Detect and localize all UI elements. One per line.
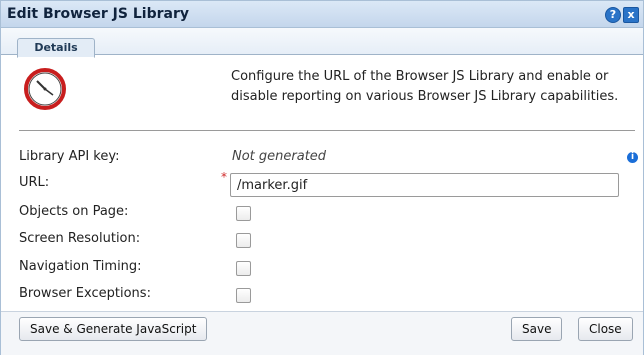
save-generate-javascript-button[interactable]: Save & Generate JavaScript [19,317,208,341]
browser-exceptions-checkbox[interactable] [236,288,251,303]
objects-on-page-checkbox[interactable] [236,206,251,221]
navigation-timing-checkbox[interactable] [236,261,251,276]
edit-browser-js-library-dialog: Edit Browser JS Library ? x Details Conf… [0,0,644,355]
url-input[interactable] [230,173,619,197]
help-icon[interactable]: ? [605,7,621,23]
required-marker: * [221,170,227,184]
objects-on-page-label: Objects on Page: [19,204,129,219]
tab-details[interactable]: Details [17,38,95,58]
dialog-title: Edit Browser JS Library [7,6,189,22]
tab-strip: Details [1,28,643,58]
browser-exceptions-label: Browser Exceptions: [19,286,151,301]
close-button[interactable]: Close [578,317,633,341]
screen-resolution-label: Screen Resolution: [19,231,141,246]
clock-icon [24,68,66,110]
api-key-value: Not generated [232,149,327,164]
screen-resolution-checkbox[interactable] [236,233,251,248]
dialog-titlebar: Edit Browser JS Library ? x [1,1,643,28]
close-icon[interactable]: x [623,7,639,23]
description-text: Configure the URL of the Browser JS Libr… [231,69,619,104]
url-label: URL: [19,175,50,190]
save-button[interactable]: Save [511,317,563,341]
navigation-timing-label: Navigation Timing: [19,259,142,274]
section-divider [19,130,635,131]
info-icon[interactable]: i [627,152,638,163]
api-key-label: Library API key: [19,149,120,164]
